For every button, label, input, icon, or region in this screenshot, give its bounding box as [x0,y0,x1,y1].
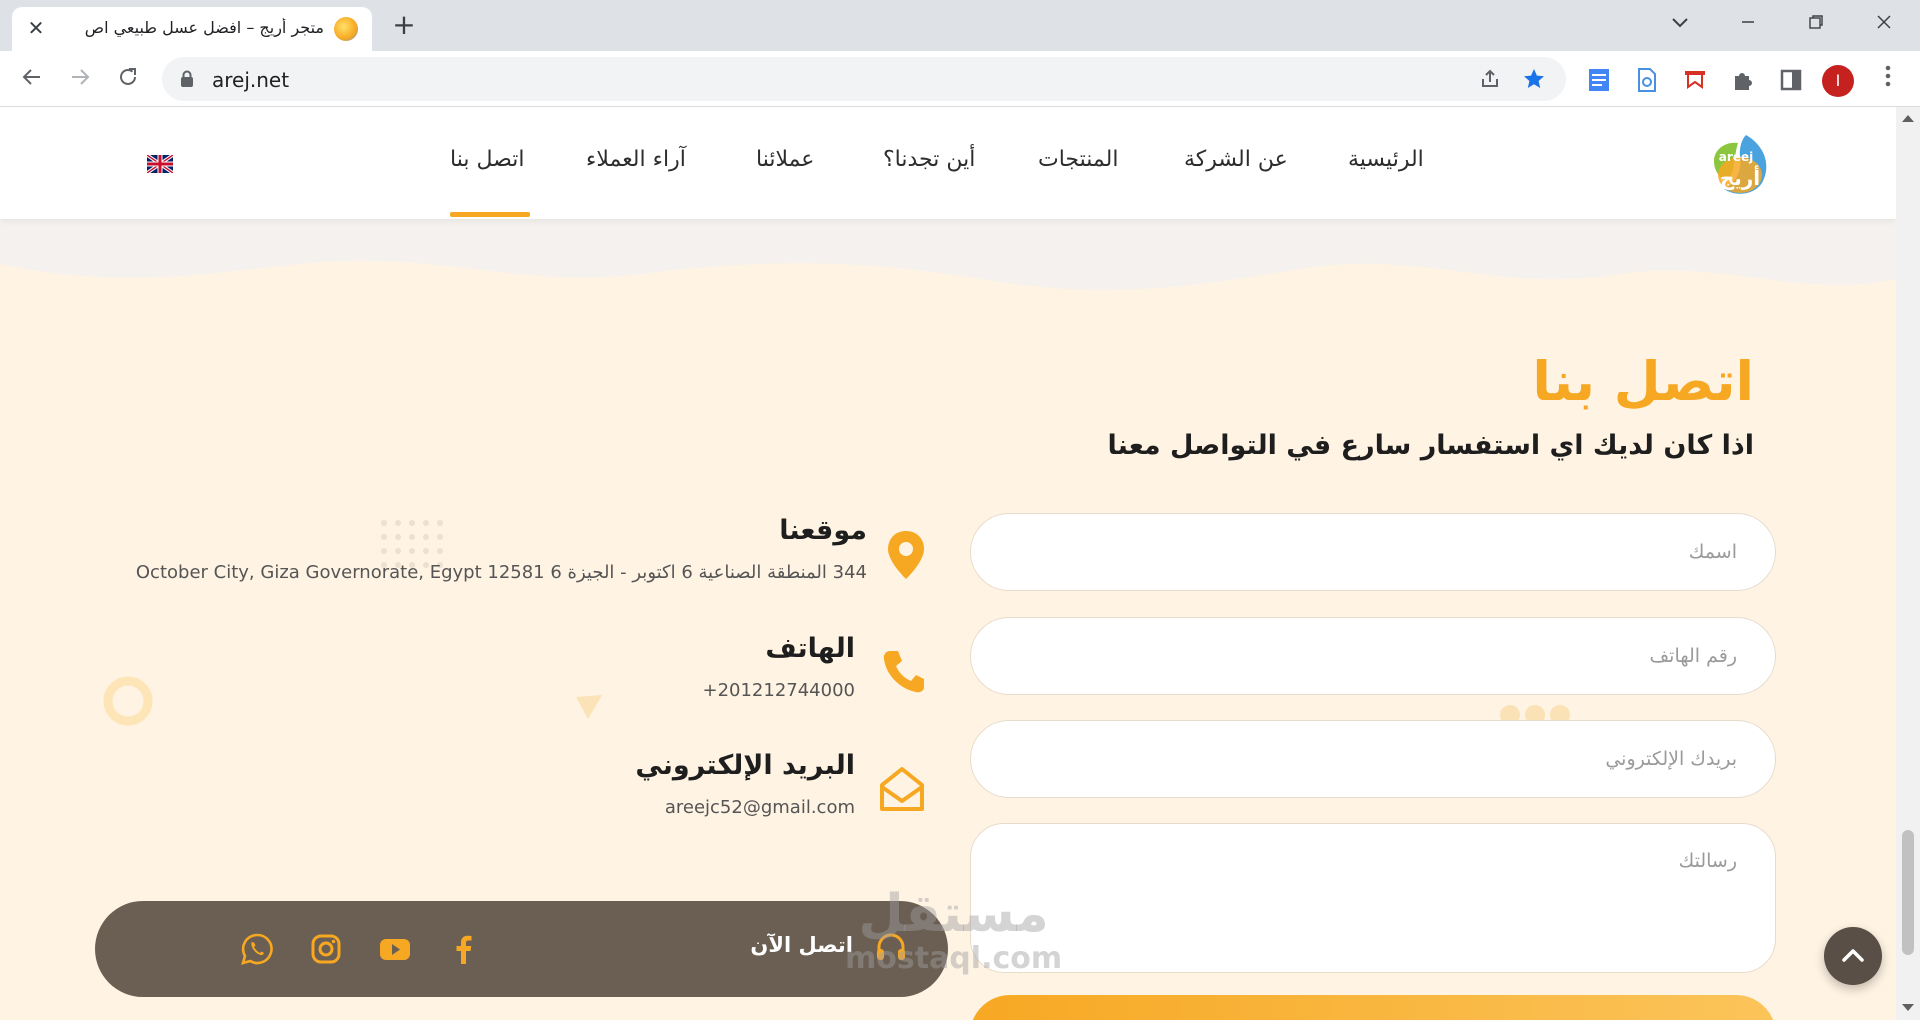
bookmark-star-icon[interactable] [1522,67,1546,91]
decorative-triangle [576,695,602,719]
back-to-top-button[interactable] [1824,927,1882,985]
extension-docs-icon[interactable] [1586,67,1612,93]
browser-menu-icon[interactable] [1874,65,1902,93]
chevron-up-icon [1842,949,1864,962]
nav-item-testimonials[interactable]: آراء العملاء [586,147,686,172]
nav-item-where-to-find-us[interactable]: أين تجدنا؟ [883,147,975,172]
youtube-icon[interactable] [378,932,412,966]
nav-item-products[interactable]: المنتجات [1038,147,1118,172]
extension-save-icon[interactable] [1682,67,1708,93]
social-contact-bar: اتصل الآن [95,901,948,997]
phone-field-wrapper [970,617,1776,695]
extension-pdf-icon[interactable] [1634,67,1660,93]
phone-number: 201212744000+ [702,680,855,701]
close-window-button[interactable] [1864,8,1904,36]
forward-arrow-icon[interactable] [66,65,94,93]
browser-toolbar: arej.net I [0,51,1920,107]
location-title: موقعنا [779,515,867,546]
instagram-icon[interactable] [309,932,343,966]
whatsapp-icon[interactable] [240,932,274,966]
email-input[interactable] [971,721,1775,797]
nav-item-home[interactable]: الرئيسية [1348,147,1424,172]
minimize-window-button[interactable] [1728,8,1768,36]
message-field-wrapper [970,823,1776,973]
message-textarea[interactable] [971,824,1775,972]
back-arrow-icon[interactable] [18,65,46,93]
url-text: arej.net [212,68,290,92]
name-field-wrapper [970,513,1776,591]
scrollbar-thumb[interactable] [1902,830,1914,955]
tab-title: متجر أريج – افضل عسل طبيعي اص [84,18,324,37]
uk-flag-icon[interactable] [147,155,173,173]
envelope-icon [880,767,924,811]
browser-tab[interactable]: متجر أريج – افضل عسل طبيعي اص ✕ [12,7,372,51]
call-now-label[interactable]: اتصل الآن [750,933,853,957]
site-logo[interactable]: areej أريج [1706,131,1776,201]
nav-item-clients[interactable]: عملائنا [756,147,814,172]
tab-search-chevron-icon[interactable] [1660,8,1700,36]
page-scrollbar[interactable] [1896,107,1920,1020]
reload-icon[interactable] [114,65,142,93]
contact-subtitle: اذا كان لديك اي استفسار سارع في التواصل … [1107,430,1754,461]
close-tab-icon[interactable]: ✕ [24,16,48,40]
lock-icon [181,70,193,87]
svg-text:أريج: أريج [1720,164,1760,190]
browser-tab-strip: متجر أريج – افضل عسل طبيعي اص ✕ + [0,0,1920,51]
email-title: البريد الإلكتروني [635,750,855,781]
name-input[interactable] [971,514,1775,590]
location-address: 344 المنطقة الصناعية 6 اكتوبر - الجيزة O… [135,562,867,583]
mostaql-watermark: مستقل mostaql.com [845,884,1063,976]
email-field-wrapper [970,720,1776,798]
contact-title: اتصل بنا [1532,350,1754,413]
extensions-puzzle-icon[interactable] [1730,67,1756,93]
nav-item-about[interactable]: عن الشركة [1184,147,1288,172]
facebook-icon[interactable] [447,932,481,966]
web-page: اتصل بنا آراء العملاء عملائنا أين تجدنا؟… [0,107,1896,1020]
site-header: اتصل بنا آراء العملاء عملائنا أين تجدنا؟… [0,107,1896,219]
active-nav-indicator [450,212,530,217]
phone-input[interactable] [971,618,1775,694]
restore-window-button[interactable] [1796,8,1836,36]
submit-button[interactable] [970,995,1776,1020]
new-tab-button[interactable]: + [390,11,418,40]
phone-title: الهاتف [765,633,855,664]
nav-item-contact[interactable]: اتصل بنا [450,147,524,172]
side-panel-icon[interactable] [1778,67,1804,93]
email-address: areejc52@gmail.com [664,797,855,818]
svg-text:areej: areej [1719,150,1753,164]
address-bar[interactable]: arej.net [162,57,1566,101]
share-icon[interactable] [1478,67,1502,91]
decorative-wave [0,219,1896,339]
site-favicon-icon [334,17,358,41]
phone-icon [883,651,924,693]
location-pin-icon [888,531,924,579]
scroll-up-arrow-icon[interactable] [1902,115,1914,122]
decorative-ring [103,676,153,726]
scroll-down-arrow-icon[interactable] [1902,1004,1914,1011]
profile-avatar[interactable]: I [1822,65,1854,97]
